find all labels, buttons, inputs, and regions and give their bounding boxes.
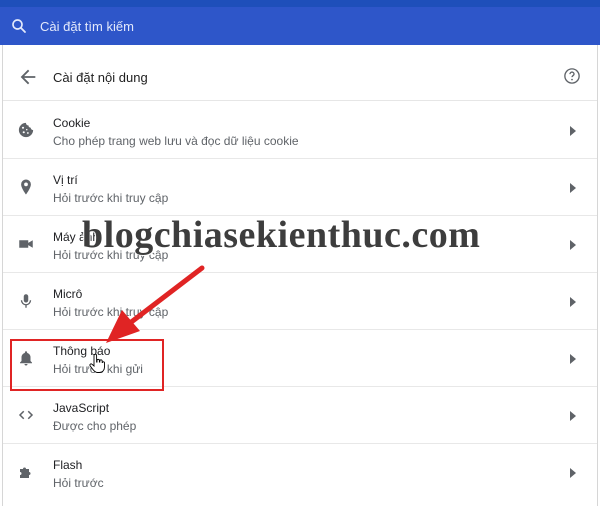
search-bar[interactable]: Cài đặt tìm kiếm [0,7,600,45]
watermark-text: blogchiasekienthuc.com [82,214,481,256]
arrow-back-icon[interactable] [17,66,39,88]
setting-description: Được cho phép [53,419,137,433]
setting-row-flash[interactable]: Flash Hỏi trước [3,444,597,500]
setting-title: JavaScript [53,401,110,415]
highlight-box [10,339,164,391]
chevron-right-icon [570,126,576,136]
setting-description: Hỏi trước [53,476,104,490]
top-bar: Cài đặt tìm kiếm [0,0,600,54]
setting-row-location[interactable]: Vị trí Hỏi trước khi truy cập [3,159,597,216]
chevron-right-icon [570,411,576,421]
setting-row-cookie[interactable]: Cookie Cho phép trang web lưu và đọc dữ … [3,102,597,159]
chevron-right-icon [570,354,576,364]
setting-row-javascript[interactable]: JavaScript Được cho phép [3,387,597,444]
setting-title: Vị trí [53,173,78,187]
microphone-icon [20,294,32,308]
setting-description: Cho phép trang web lưu và đọc dữ liệu co… [53,134,299,148]
content-settings-list: Cookie Cho phép trang web lưu và đọc dữ … [3,102,597,500]
setting-row-microphone[interactable]: Micrô Hỏi trước khi truy cập [3,273,597,330]
setting-description: Hỏi trước khi truy cập [53,305,169,319]
hand-cursor-icon [89,354,105,373]
location-pin-icon [21,179,31,195]
camera-icon [19,240,33,248]
page-border-right [597,45,598,506]
cookie-icon [18,122,34,138]
page-title: Cài đặt nội dung [53,69,148,85]
top-strip [0,0,600,7]
chevron-right-icon [570,468,576,478]
setting-title: Cookie [53,116,91,130]
page-header: Cài đặt nội dung [3,54,597,101]
chevron-right-icon [570,183,576,193]
code-icon [18,410,34,420]
help-icon[interactable] [563,67,581,85]
setting-description: Hỏi trước khi truy cập [53,191,169,205]
chevron-right-icon [570,297,576,307]
setting-title: Flash [53,458,83,472]
search-input[interactable]: Cài đặt tìm kiếm [40,19,134,34]
setting-title: Micrô [53,287,83,301]
search-icon [12,19,26,33]
chevron-right-icon [570,240,576,250]
puzzle-icon [20,467,31,478]
